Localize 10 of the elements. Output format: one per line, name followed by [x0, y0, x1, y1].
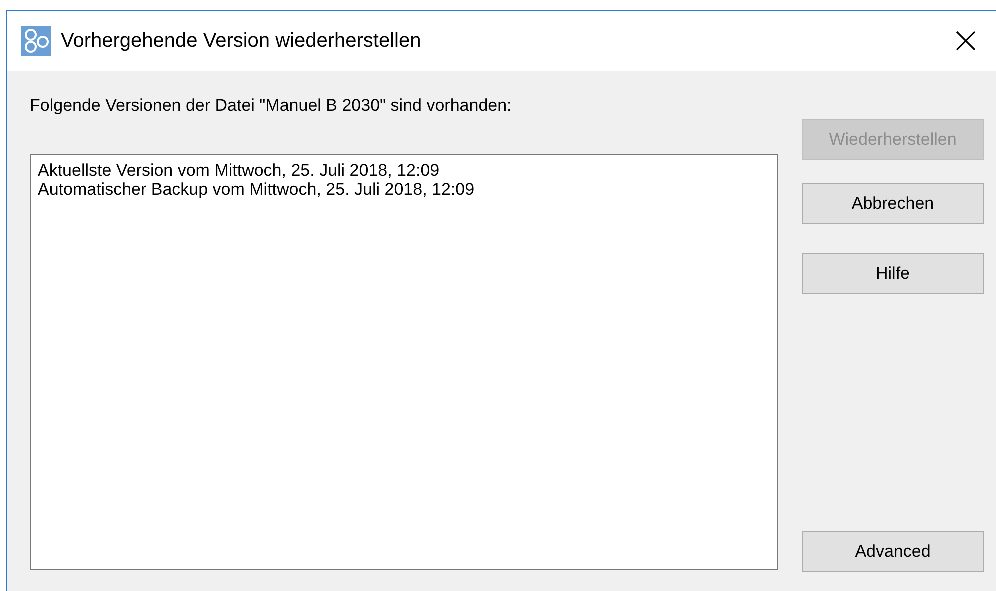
dialog-button[interactable]: Hilfe [802, 253, 984, 294]
dialog-button[interactable]: Abbrechen [802, 183, 984, 224]
close-icon[interactable] [956, 31, 976, 51]
dialog-button[interactable]: Advanced [802, 531, 984, 572]
prompt-text: Folgende Versionen der Datei "Manuel B 2030" sind vorhanden: [30, 96, 513, 117]
version-item[interactable]: Automatischer Backup vom Mittwoch, 25. Juli 2018, 12:09 [38, 180, 777, 199]
app-icon [21, 26, 51, 56]
version-item[interactable]: Aktuellste Version vom Mittwoch, 25. Juli 2018, 12:09 [38, 161, 777, 180]
window-title: Vorhergehende Version wiederherstellen [61, 29, 422, 54]
version-list[interactable]: Aktuellste Version vom Mittwoch, 25. Juli 2018, 12:09 Automatischer Backup vom Mittwoch, 25. Juli 2018, 12:09 [30, 154, 778, 570]
